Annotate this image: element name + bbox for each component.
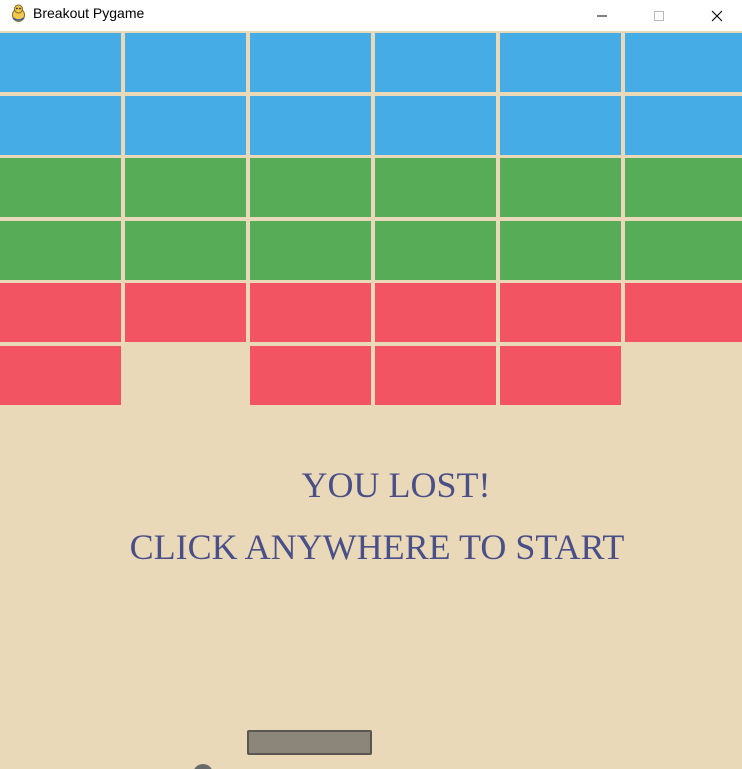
game-over-message: YOU LOST!: [301, 465, 491, 505]
brick: [375, 158, 496, 217]
brick: [250, 346, 371, 405]
brick: [250, 96, 371, 155]
brick: [125, 33, 246, 92]
start-instruction: CLICK ANYWHERE TO START: [129, 527, 625, 567]
brick: [375, 96, 496, 155]
brick: [375, 283, 496, 342]
brick: [500, 346, 621, 405]
brick: [375, 346, 496, 405]
brick: [375, 221, 496, 280]
brick: [0, 346, 121, 405]
brick: [500, 33, 621, 92]
ball: [193, 764, 213, 769]
brick: [500, 283, 621, 342]
brick: [500, 96, 621, 155]
maximize-icon: [653, 10, 665, 22]
paddle: [247, 730, 372, 755]
brick: [625, 96, 742, 155]
brick: [125, 158, 246, 217]
brick: [0, 158, 121, 217]
brick: [0, 96, 121, 155]
brick: [125, 283, 246, 342]
game-canvas[interactable]: YOU LOST! CLICK ANYWHERE TO START: [0, 31, 742, 769]
brick: [0, 33, 121, 92]
brick: [0, 283, 121, 342]
maximize-button[interactable]: [636, 0, 682, 31]
title-bar[interactable]: Breakout Pygame: [0, 0, 742, 31]
brick: [500, 158, 621, 217]
close-button[interactable]: [694, 0, 740, 31]
brick: [250, 283, 371, 342]
brick: [625, 221, 742, 280]
brick: [250, 221, 371, 280]
brick: [250, 158, 371, 217]
brick: [125, 96, 246, 155]
brick: [375, 33, 496, 92]
brick: [125, 221, 246, 280]
brick: [0, 221, 121, 280]
minimize-icon: [596, 10, 608, 22]
brick: [500, 221, 621, 280]
brick: [625, 33, 742, 92]
brick: [250, 33, 371, 92]
minimize-button[interactable]: [579, 0, 625, 31]
pygame-snake-icon: [9, 4, 28, 23]
brick: [625, 158, 742, 217]
window-title: Breakout Pygame: [33, 5, 145, 21]
brick: [625, 283, 742, 342]
close-icon: [711, 10, 723, 22]
